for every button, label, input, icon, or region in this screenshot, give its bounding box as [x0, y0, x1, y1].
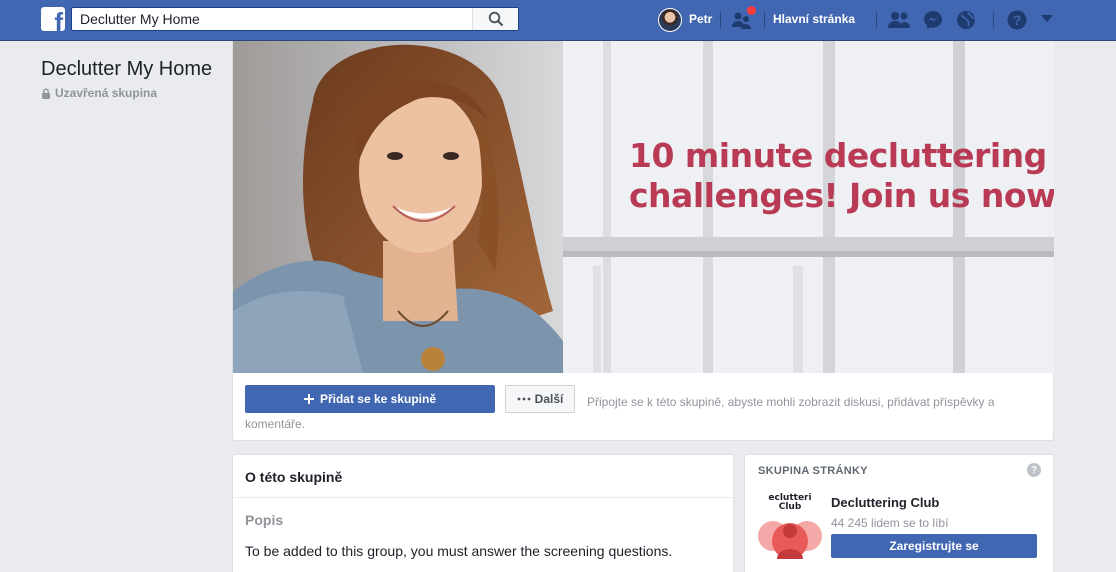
about-title: O této skupině — [245, 469, 343, 485]
join-group-label: Přidat se ke skupině — [319, 392, 437, 406]
group-header-card: 10 minute decluttering challenges! Join … — [232, 41, 1054, 441]
group-page-card: SKUPINA STRÁNKY ? eclutteri Club Declutt… — [744, 454, 1054, 572]
about-group-card: O této skupině Popis To be added to this… — [232, 454, 734, 572]
people-icon[interactable] — [887, 10, 911, 30]
nav-divider — [993, 12, 994, 28]
decluttering-club-logo: eclutteri Club — [758, 493, 822, 559]
search-bar — [71, 7, 519, 31]
more-button[interactable]: Další — [505, 385, 575, 413]
more-label: Další — [534, 392, 564, 406]
facebook-logo-icon[interactable]: f — [41, 7, 65, 31]
messenger-icon[interactable] — [922, 9, 944, 31]
search-input[interactable] — [72, 8, 472, 30]
cover-headline: 10 minute decluttering challenges! Join … — [629, 136, 1054, 216]
join-group-button[interactable]: Přidat se ke skupině — [245, 385, 495, 413]
description-label: Popis — [245, 512, 284, 528]
search-button[interactable] — [472, 8, 518, 30]
register-button[interactable]: Zaregistrujte se — [831, 534, 1037, 558]
globe-icon[interactable] — [955, 9, 977, 31]
group-privacy-label: Uzavřená skupina — [41, 86, 157, 100]
lock-icon — [42, 88, 50, 99]
more-dots-icon — [517, 397, 531, 401]
description-text: To be added to this group, you must answ… — [245, 543, 673, 559]
cover-photo: 10 minute decluttering challenges! Join … — [233, 41, 1054, 373]
about-divider — [233, 497, 733, 498]
search-icon — [488, 11, 503, 27]
user-profile-link[interactable]: Petr — [689, 12, 712, 26]
plus-icon — [303, 394, 314, 404]
logo-text-2: Club — [779, 502, 802, 512]
user-avatar[interactable] — [658, 8, 682, 32]
page-card-header: SKUPINA STRÁNKY — [758, 465, 868, 477]
top-navigation-bar: f Petr Hlavní stránka ? — [0, 0, 1116, 41]
group-privacy-text: Uzavřená skupina — [55, 86, 158, 100]
nav-divider — [764, 12, 765, 28]
cover-portrait — [233, 41, 563, 373]
page-name-link[interactable]: Decluttering Club — [831, 495, 939, 510]
group-name[interactable]: Declutter My Home — [41, 58, 212, 81]
nav-divider — [876, 12, 877, 28]
page-thumbnail[interactable]: eclutteri Club — [757, 491, 823, 561]
help-icon[interactable]: ? — [1006, 9, 1028, 31]
cover-headline-line2: challenges! Join us now. — [629, 176, 1054, 215]
nav-divider — [720, 12, 721, 28]
help-icon[interactable]: ? — [1027, 463, 1041, 477]
page-likes-count: 44 245 lidem se to líbí — [831, 516, 949, 530]
cover-headline-line1: 10 minute decluttering — [629, 136, 1047, 175]
facebook-logo-letter: f — [54, 7, 63, 31]
home-link[interactable]: Hlavní stránka — [773, 12, 855, 26]
dropdown-arrow-icon[interactable] — [1041, 15, 1053, 23]
notification-badge — [746, 5, 757, 16]
svg-text:?: ? — [1013, 12, 1022, 28]
